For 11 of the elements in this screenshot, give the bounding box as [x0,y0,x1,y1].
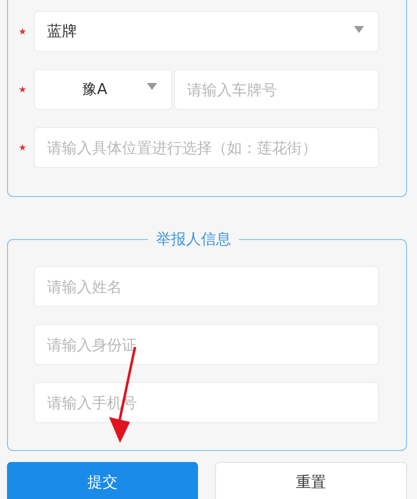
input-field[interactable]: 请输入姓名 [34,266,379,307]
input-field[interactable]: 请输入具体位置进行选择（如：莲花街） [34,127,379,168]
input-field[interactable]: 请输入车牌号 [174,69,379,110]
caret-icon [354,26,364,33]
reset-button[interactable]: 重置 [215,462,407,499]
province-select[interactable]: 豫A [34,69,172,110]
section-title: 举报人信息 [155,230,232,249]
plate-color-select[interactable]: 蓝牌 [34,11,379,52]
input-field[interactable]: 请输入身份证 [34,324,379,365]
caret-icon [147,83,157,90]
submit-button[interactable]: 提交 [7,462,198,499]
